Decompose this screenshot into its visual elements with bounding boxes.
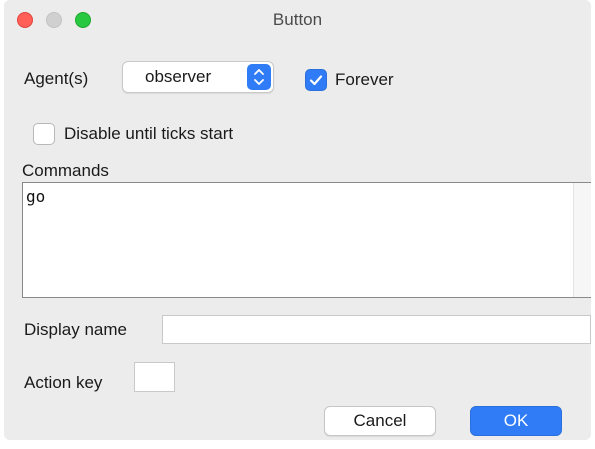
disable-until-ticks-label[interactable]: Disable until ticks start	[64, 124, 233, 144]
title-bar: Button	[4, 0, 591, 38]
ok-button[interactable]: OK	[470, 406, 562, 436]
commands-textarea[interactable]: go	[22, 182, 591, 298]
window-title: Button	[272, 10, 323, 29]
cancel-button[interactable]: Cancel	[324, 406, 436, 436]
checkmark-icon	[309, 75, 323, 86]
commands-label: Commands	[22, 161, 109, 180]
agents-select[interactable]: observer	[122, 61, 274, 93]
disable-until-ticks-checkbox[interactable]	[33, 123, 55, 145]
display-name-label: Display name	[24, 320, 127, 339]
up-down-chevron-icon	[247, 64, 271, 90]
commands-scrollbar[interactable]	[573, 183, 591, 297]
commands-text: go	[26, 187, 46, 206]
button-dialog: Button Agent(s) observer Forever Disable…	[4, 0, 591, 440]
forever-checkbox[interactable]	[305, 69, 327, 91]
display-name-field[interactable]	[162, 315, 591, 344]
agents-selected-value: observer	[145, 67, 212, 86]
action-key-label: Action key	[24, 373, 103, 392]
forever-label[interactable]: Forever	[335, 70, 394, 90]
agents-label: Agent(s)	[24, 69, 89, 88]
action-key-field[interactable]	[134, 362, 175, 392]
